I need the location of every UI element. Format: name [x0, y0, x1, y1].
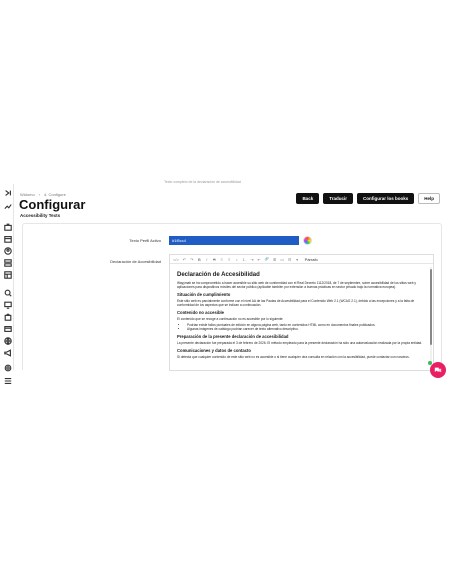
- italic-icon[interactable]: I: [205, 257, 209, 262]
- image-icon[interactable]: ▭: [280, 257, 284, 262]
- bold-icon[interactable]: B: [197, 257, 201, 262]
- search-icon[interactable]: [3, 288, 12, 297]
- doc-heading-preparation: Preparación de la presente declaración d…: [177, 334, 289, 339]
- editor-content[interactable]: Declaración de Accesibilidad Wayymab se …: [170, 265, 433, 372]
- settings-card: Texto Perfil Activo #1f5cc4 Declaración …: [22, 223, 442, 371]
- format-select[interactable]: Párrafo: [305, 257, 318, 262]
- monitor-icon[interactable]: [3, 300, 12, 309]
- doc-paragraph-preparation: La presente declaración fue preparada el…: [177, 341, 423, 345]
- page-subtitle: Accessibility Texts: [20, 213, 61, 218]
- layers-icon[interactable]: [3, 258, 12, 267]
- back-button[interactable]: Back: [296, 193, 320, 204]
- strikethrough-icon[interactable]: S: [212, 257, 216, 262]
- action-bar: Back Traducir Configurar los books Help: [296, 193, 440, 204]
- table-icon[interactable]: ⊞: [273, 257, 277, 262]
- bullet-list-icon[interactable]: •: [235, 257, 239, 262]
- doc-heading-contact: Comunicaciones y datos de contacto: [177, 348, 251, 353]
- configure-books-button[interactable]: Configurar los books: [356, 193, 415, 204]
- calendar-grid-icon[interactable]: [3, 270, 12, 279]
- declaration-field-label: Declaración de Accesibilidad: [110, 259, 161, 264]
- doc-heading-not-accessible: Contenido no accesible: [177, 310, 225, 315]
- editor-scrollbar-thumb[interactable]: [430, 269, 432, 345]
- declaration-footnote: Texto completo de la declaración de acce…: [164, 180, 241, 184]
- chevron-right-icon[interactable]: [3, 188, 12, 197]
- translate-button[interactable]: Traducir: [323, 193, 353, 204]
- doc-title: Declaración de Accesibilidad: [177, 272, 260, 278]
- chat-icon: [434, 367, 442, 373]
- outdent-icon[interactable]: ⇤: [257, 257, 261, 262]
- list-item: Algunas imágenes de catálogo podrían car…: [187, 327, 425, 331]
- calendar-icon[interactable]: [3, 234, 12, 243]
- doc-paragraph-not-accessible: El contenido que se recoge a continuació…: [177, 317, 284, 321]
- trend-icon[interactable]: [3, 202, 12, 211]
- doc-paragraph-situation: Este sitio web es parcialmente conforme …: [177, 299, 415, 307]
- undo-icon[interactable]: ↶: [182, 257, 186, 262]
- code-view-icon[interactable]: </>: [173, 257, 179, 262]
- doc-heading-situation: Situación de cumplimiento: [177, 292, 231, 297]
- doc-list: Podrían existir fallos puntuales de edic…: [187, 323, 425, 331]
- indent-icon[interactable]: ⇥: [250, 257, 254, 262]
- color-picker-icon[interactable]: [303, 236, 312, 245]
- main-content: Widomo › 4. Configure Configurar Accessi…: [18, 184, 452, 371]
- link-icon[interactable]: 🔗: [265, 257, 269, 261]
- doc-paragraph-contact: Si detecta que cualquier contenido de es…: [177, 355, 410, 359]
- briefcase-icon[interactable]: [3, 222, 12, 231]
- user-icon[interactable]: [3, 246, 12, 255]
- megaphone-icon[interactable]: [3, 348, 12, 357]
- color-field-label: Texto Perfil Activo: [129, 238, 161, 243]
- rich-text-editor[interactable]: </> ↶ ↷ B I S ≡ ≡ • 1. ⇥ ⇤ 🔗 ⊞ ▭ ⊟ ▾ Pár…: [169, 254, 434, 371]
- chevron-down-icon[interactable]: ▾: [295, 257, 299, 262]
- editor-toolbar: </> ↶ ↷ B I S ≡ ≡ • 1. ⇥ ⇤ 🔗 ⊞ ▭ ⊟ ▾ Pár…: [170, 255, 433, 264]
- online-status-dot: [428, 361, 432, 365]
- list-icon[interactable]: [3, 376, 12, 385]
- align-left-icon[interactable]: ≡: [220, 257, 224, 262]
- globe-icon[interactable]: [3, 336, 12, 345]
- doc-intro: Wayymab se ha comprometido a hacer acces…: [177, 281, 416, 289]
- bag-icon[interactable]: [3, 312, 12, 321]
- gear-icon[interactable]: [3, 363, 12, 372]
- color-input[interactable]: #1f5cc4: [169, 236, 299, 245]
- sidebar: [0, 184, 14, 372]
- redo-icon[interactable]: ↷: [190, 257, 194, 262]
- align-justify-icon[interactable]: ≡: [227, 257, 231, 262]
- numbered-list-icon[interactable]: 1.: [242, 257, 246, 262]
- embed-icon[interactable]: ⊟: [288, 257, 292, 262]
- chat-button[interactable]: [430, 362, 446, 378]
- page-title: Configurar: [19, 197, 86, 212]
- help-button[interactable]: Help: [418, 193, 440, 204]
- card-icon[interactable]: [3, 324, 12, 333]
